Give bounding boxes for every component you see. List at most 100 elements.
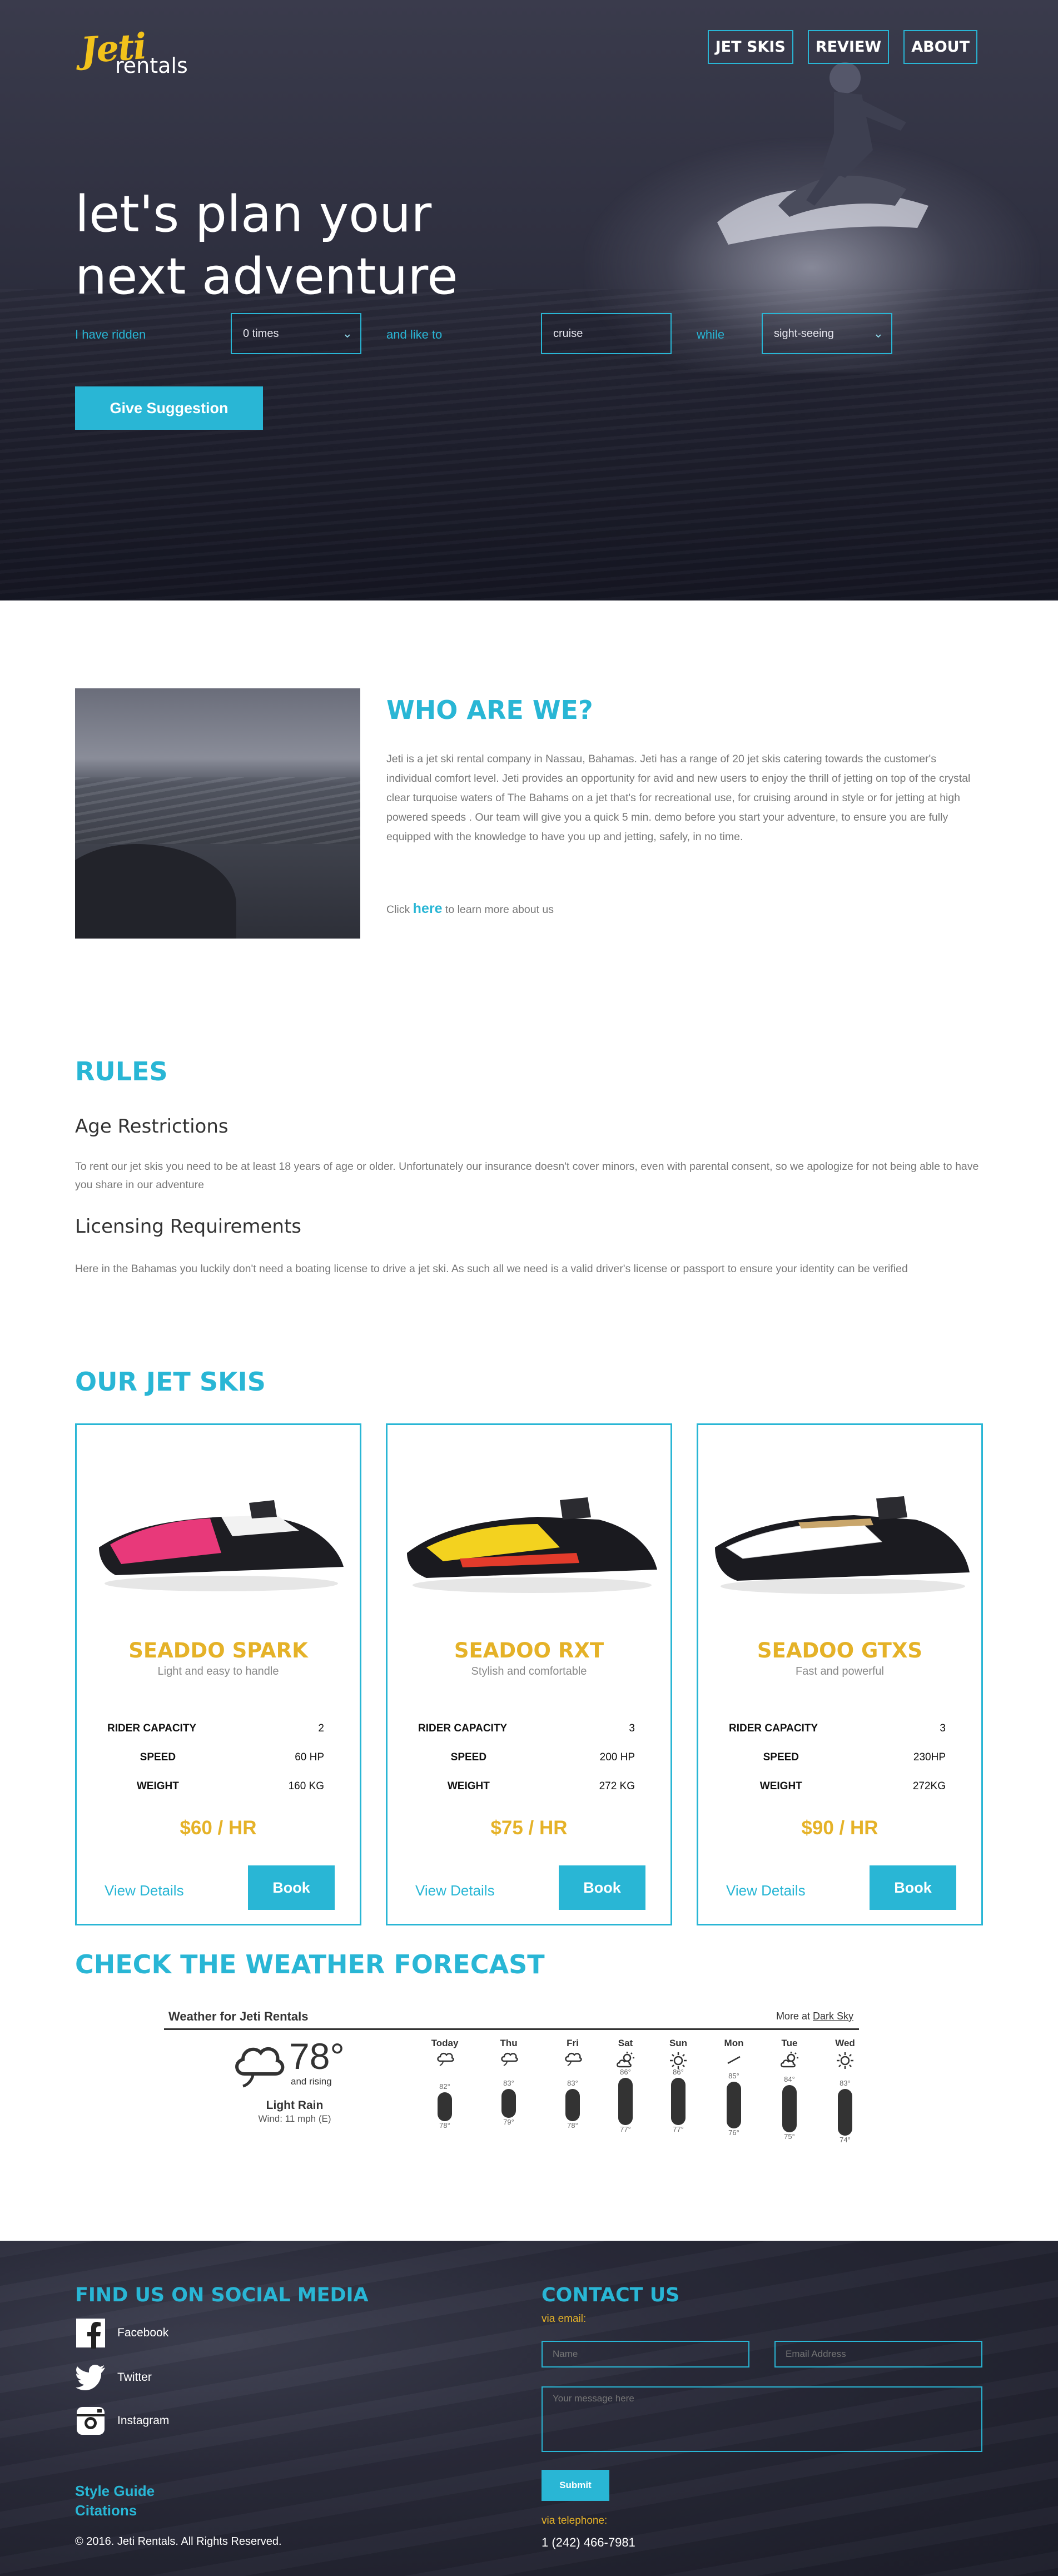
about-more-prefix: Click <box>386 904 410 916</box>
jet-ski-specs: RIDER CAPACITY 2 SPEED 60 HP WEIGHT 160 KG <box>107 1714 335 1801</box>
rain-icon <box>553 2051 592 2070</box>
about-section: WHO ARE WE? Jeti is a jet ski rental com… <box>0 600 1058 956</box>
forecast-high: 86° <box>620 2068 631 2076</box>
style-guide-link[interactable]: Style Guide <box>75 2483 155 2500</box>
forecast-range: 82° 78° <box>425 2070 464 2148</box>
jet-ski-price: $60 / HR <box>180 1817 257 1839</box>
social-title: FIND US ON SOCIAL MEDIA <box>75 2284 369 2306</box>
ridden-label: I have ridden <box>75 327 146 341</box>
spec-capacity-label: RIDER CAPACITY <box>729 1723 818 1734</box>
spec-speed-label: SPEED <box>140 1751 176 1763</box>
forecast-temperature-bar <box>838 2088 852 2136</box>
chevron-down-icon: ⌄ <box>873 326 883 340</box>
jet-ski-card: SEADOO GTXS Fast and powerful RIDER CAPA… <box>697 1423 983 1925</box>
email-field[interactable] <box>774 2341 982 2367</box>
forecast-temperature-bar <box>727 2081 741 2128</box>
spec-weight-value: 272KG <box>912 1780 946 1792</box>
spec-weight-value: 160 KG <box>288 1780 324 1792</box>
rain-icon <box>425 2051 464 2070</box>
while-select[interactable]: sight-seeing ⌄ <box>762 313 892 354</box>
hero-headline-line2: next adventure <box>75 247 458 306</box>
spec-capacity-label: RIDER CAPACITY <box>107 1723 197 1734</box>
citations-link[interactable]: Citations <box>75 2502 137 2519</box>
trip-planner-form: I have ridden 0 times ⌄ and like to crui… <box>75 313 892 354</box>
name-field[interactable] <box>542 2341 749 2367</box>
partly-sunny-icon <box>606 2051 645 2070</box>
book-button[interactable]: Book <box>559 1865 645 1910</box>
nav-review[interactable]: REVIEW <box>807 30 890 64</box>
view-details-link[interactable]: View Details <box>726 1882 806 1899</box>
submit-button[interactable]: Submit <box>542 2470 609 2501</box>
spec-speed-label: SPEED <box>450 1751 487 1763</box>
current-temperature: 78° <box>289 2036 345 2077</box>
jet-ski-price: $90 / HR <box>801 1817 878 1839</box>
message-field[interactable] <box>542 2386 982 2452</box>
temperature-trend: and rising <box>291 2076 332 2087</box>
forecast-high: 83° <box>503 2078 514 2087</box>
social-instagram[interactable]: Instagram <box>75 2405 169 2436</box>
forecast-range: 83° 79° <box>489 2070 528 2148</box>
forecast-low: 75° <box>784 2132 795 2141</box>
weather-widget-title: Weather for Jeti Rentals <box>168 2009 309 2023</box>
jet-ski-tagline: Stylish and comfortable <box>471 1665 587 1677</box>
activity-select[interactable]: cruise <box>541 313 672 354</box>
give-suggestion-button[interactable]: Give Suggestion <box>75 386 263 430</box>
spec-speed-label: SPEED <box>763 1751 799 1763</box>
jet-ski-image <box>715 1496 970 1594</box>
social-twitter[interactable]: Twitter <box>75 2362 152 2393</box>
view-details-link[interactable]: View Details <box>415 1882 495 1899</box>
forecast-temperature-bar <box>782 2085 797 2132</box>
jet-ski-name: SEADOO GTXS <box>757 1639 923 1662</box>
main-nav: JET SKIS REVIEW ABOUT <box>707 30 977 64</box>
forecast-high: 83° <box>567 2078 578 2087</box>
book-button[interactable]: Book <box>870 1865 956 1910</box>
times-select-value: 0 times <box>243 327 279 340</box>
forecast-temperature-bar <box>565 2088 580 2121</box>
times-select[interactable]: 0 times ⌄ <box>231 313 361 354</box>
jet-ski-tagline: Fast and powerful <box>796 1665 884 1677</box>
forecast-day-name: Wed <box>835 2038 855 2048</box>
about-more-link[interactable]: here <box>413 901 443 916</box>
facebook-icon <box>75 2317 106 2349</box>
forecast-day-name: Mon <box>724 2038 744 2048</box>
facebook-label: Facebook <box>117 2326 169 2339</box>
about-more: Click here to learn more about us <box>386 901 554 917</box>
nav-about[interactable]: ABOUT <box>903 30 977 64</box>
forecast-low: 77° <box>620 2125 631 2133</box>
age-restrictions-body: To rent our jet skis you need to be at l… <box>75 1160 979 1191</box>
about-more-suffix: to learn more about us <box>445 904 554 916</box>
jet-ski-price: $75 / HR <box>490 1817 568 1839</box>
forecast-temperature-bar <box>671 2078 686 2125</box>
dark-sky-link[interactable]: Dark Sky <box>813 2011 853 2022</box>
forecast-high: 83° <box>840 2078 851 2087</box>
hero-headline-line1: let's plan your <box>75 185 432 244</box>
jet-ski-name: SEADDO SPARK <box>128 1639 308 1662</box>
forecast-day-name: Fri <box>567 2038 579 2048</box>
licensing-title: Licensing Requirements <box>75 1215 302 1238</box>
spec-weight-label: WEIGHT <box>136 1780 179 1792</box>
rules-section: RULES Age Restrictions To rent our jet s… <box>0 956 1058 1312</box>
forecast-day: Sun 86° 77° <box>659 2038 698 2148</box>
logo-word: rentals <box>115 53 188 78</box>
forecast-low: 77° <box>673 2125 684 2133</box>
via-email-label: via email: <box>542 2313 587 2325</box>
logo[interactable]: Jeti rentals <box>75 26 208 78</box>
current-wind: Wind: 11 mph (E) <box>258 2113 331 2124</box>
book-button[interactable]: Book <box>248 1865 335 1910</box>
licensing-body: Here in the Bahamas you luckily don't ne… <box>75 1263 908 1275</box>
view-details-link[interactable]: View Details <box>105 1882 184 1899</box>
forecast-day-name: Today <box>431 2038 459 2048</box>
forecast-day: Thu 83° 79° <box>489 2038 528 2148</box>
forecast-range: 86° 77° <box>606 2068 645 2148</box>
while-label: while <box>697 327 725 341</box>
phone-number: 1 (242) 466-7981 <box>542 2535 635 2549</box>
nav-jet-skis[interactable]: JET SKIS <box>707 30 793 64</box>
spec-weight-value: 272 KG <box>599 1780 635 1792</box>
forecast-high: 85° <box>728 2071 739 2080</box>
forecast-high: 82° <box>439 2082 450 2091</box>
about-photo <box>75 688 360 939</box>
forecast-range: 84° 75° <box>770 2070 809 2148</box>
social-facebook[interactable]: Facebook <box>75 2317 168 2349</box>
jet-ski-card: SEADDO SPARK Light and easy to handle RI… <box>75 1423 361 1925</box>
forecast-day-name: Sun <box>669 2038 688 2048</box>
